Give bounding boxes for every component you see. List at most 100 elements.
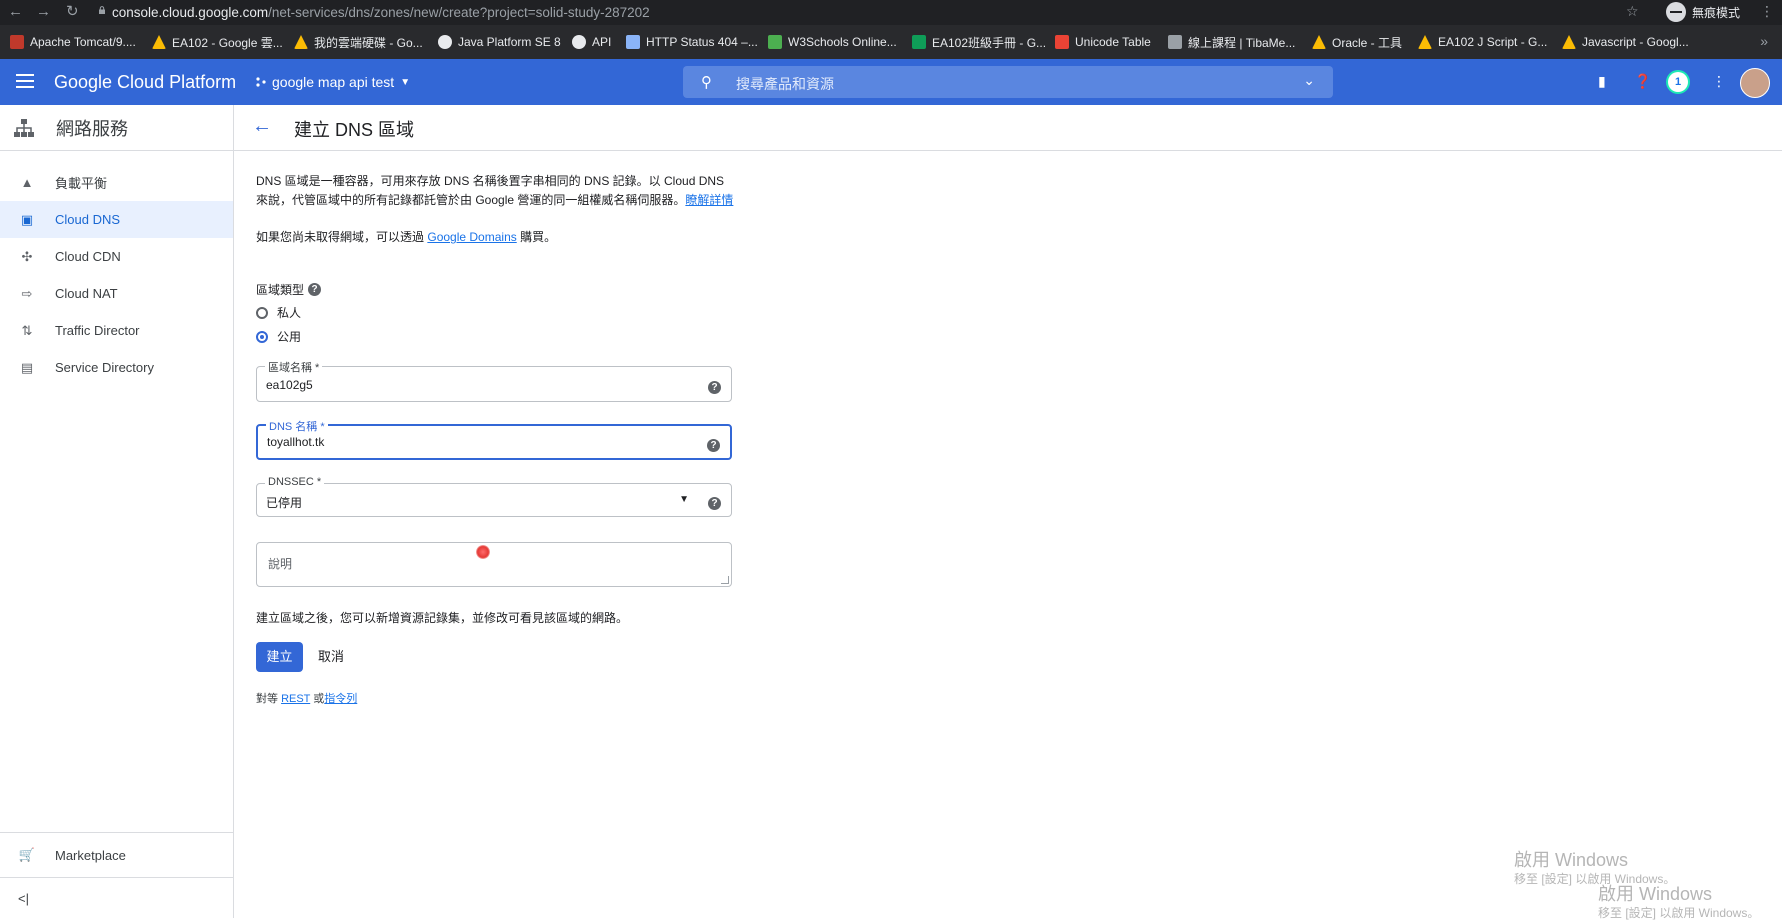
sidebar-item-marketplace[interactable]: 🛒 Marketplace bbox=[0, 832, 233, 877]
bookmark-label: 我的雲端硬碟 - Go... bbox=[314, 35, 423, 50]
sidebar-item-load-balancing[interactable]: ▲ 負載平衡 bbox=[0, 164, 233, 201]
project-name: google map api test bbox=[272, 74, 395, 90]
equivalent-links: 對等 REST 或指令列 bbox=[256, 690, 357, 706]
sidebar-title: 網路服務 bbox=[56, 118, 128, 139]
field-label: 區域名稱 * bbox=[265, 359, 323, 375]
drive-icon bbox=[294, 35, 308, 49]
help-icon[interactable]: ? bbox=[308, 283, 322, 296]
bookmark-item[interactable]: Java Platform SE 8 bbox=[438, 25, 561, 59]
description-textarea[interactable]: 說明 bbox=[256, 542, 732, 587]
bookmark-label: 線上課程 | TibaMe... bbox=[1188, 35, 1296, 50]
bookmark-item[interactable]: API bbox=[572, 25, 611, 59]
incognito-icon bbox=[1666, 2, 1686, 22]
learn-more-link[interactable]: 瞭解詳情 bbox=[685, 193, 733, 207]
equiv-prefix: 對等 bbox=[256, 693, 278, 705]
field-label: DNS 名稱 * bbox=[266, 418, 328, 434]
google-domains-link[interactable]: Google Domains bbox=[427, 230, 516, 244]
cancel-button[interactable]: 取消 bbox=[318, 642, 344, 672]
resize-handle[interactable] bbox=[721, 576, 729, 584]
domains-suffix: 購買。 bbox=[520, 230, 557, 244]
page-header: ← 建立 DNS 區域 bbox=[234, 105, 1782, 151]
globe-icon bbox=[438, 35, 452, 49]
traffic-director-icon: ⇅ bbox=[21, 322, 33, 338]
unicode-icon bbox=[1055, 35, 1069, 49]
sidebar-item-cloud-dns[interactable]: ▣ Cloud DNS bbox=[0, 201, 233, 238]
command-line-link[interactable]: 指令列 bbox=[324, 693, 357, 705]
intro-paragraph: DNS 區域是一種容器，可用來存放 DNS 名稱後置字串相同的 DNS 記錄。以… bbox=[256, 174, 725, 207]
browser-address-bar: ← → ↻ console.cloud.google.com/net-servi… bbox=[0, 0, 1782, 25]
bookmark-item[interactable]: 線上課程 | TibaMe... bbox=[1168, 25, 1295, 59]
project-selector[interactable]: google map api test ▼ bbox=[256, 74, 410, 90]
platform-title[interactable]: Google Cloud Platform bbox=[54, 72, 236, 93]
cloud-shell-icon[interactable]: ▮ bbox=[1598, 73, 1606, 90]
bookmark-item[interactable]: Apache Tomcat/9.... bbox=[10, 25, 136, 59]
bookmark-label: Javascript - Googl... bbox=[1582, 35, 1689, 49]
bookmark-item[interactable]: Javascript - Googl... bbox=[1562, 25, 1689, 59]
help-icon[interactable]: ? bbox=[708, 377, 721, 395]
incognito-profile[interactable]: 無痕模式 bbox=[1666, 2, 1740, 22]
collapse-sidebar-button[interactable]: <| bbox=[0, 877, 233, 918]
bookmark-item[interactable]: EA102 J Script - G... bbox=[1418, 25, 1547, 59]
bookmark-item[interactable]: Unicode Table bbox=[1055, 25, 1151, 59]
sidebar-item-cloud-nat[interactable]: ⇨ Cloud NAT bbox=[0, 275, 233, 312]
dnssec-select[interactable]: DNSSEC * 已停用 ▼ ? bbox=[256, 476, 732, 517]
forward-nav-icon[interactable]: → bbox=[36, 4, 51, 20]
dns-name-field[interactable]: DNS 名稱 * toyallhot.tk ? bbox=[256, 418, 732, 460]
zone-type-label: 區域類型 ? bbox=[256, 281, 322, 298]
notifications-badge[interactable]: 1 bbox=[1668, 72, 1688, 92]
more-vert-icon[interactable]: ⋮ bbox=[1712, 73, 1726, 90]
radio-public[interactable]: 公用 bbox=[256, 328, 301, 345]
bookmark-label: API bbox=[592, 35, 612, 49]
drive-icon bbox=[152, 35, 166, 49]
bookmark-item[interactable]: Oracle - 工具 bbox=[1312, 25, 1402, 59]
field-value: 已停用 bbox=[266, 496, 303, 510]
bookmark-item[interactable]: W3Schools Online... bbox=[768, 25, 897, 59]
create-button[interactable]: 建立 bbox=[256, 642, 303, 672]
textarea-placeholder: 說明 bbox=[268, 557, 293, 571]
reload-icon[interactable]: ↻ bbox=[66, 4, 79, 20]
sidebar-item-traffic-director[interactable]: ⇅ Traffic Director bbox=[0, 312, 233, 349]
help-icon[interactable]: ? bbox=[708, 493, 721, 511]
field-label: DNSSEC * bbox=[265, 476, 325, 488]
radio-button-checked[interactable] bbox=[256, 330, 268, 343]
rest-link[interactable]: REST bbox=[281, 693, 310, 705]
profile-label: 無痕模式 bbox=[1692, 5, 1741, 20]
bookmark-item[interactable]: HTTP Status 404 –... bbox=[626, 25, 758, 59]
search-input[interactable]: ⚲ 搜尋產品和資源 ⌄ bbox=[683, 66, 1333, 98]
help-icon[interactable]: ? bbox=[707, 435, 720, 453]
search-placeholder: 搜尋產品和資源 bbox=[736, 76, 834, 92]
gcp-header: Google Cloud Platform google map api tes… bbox=[0, 59, 1782, 105]
network-services-icon bbox=[14, 118, 34, 137]
domains-prefix: 如果您尚未取得網域，可以透過 bbox=[256, 230, 425, 244]
collapse-icon: <| bbox=[18, 890, 29, 906]
bookmark-item[interactable]: EA102班級手冊 - G... bbox=[912, 25, 1046, 59]
sidebar-item-cloud-cdn[interactable]: ✣ Cloud CDN bbox=[0, 238, 233, 275]
menu-icon[interactable] bbox=[16, 74, 34, 88]
zone-name-field[interactable]: 區域名稱 * ea102g5 ? bbox=[256, 359, 732, 402]
help-icon[interactable]: ❓ bbox=[1634, 73, 1651, 90]
sidebar-item-label: Traffic Director bbox=[55, 323, 140, 338]
avatar[interactable] bbox=[1740, 68, 1770, 98]
w3schools-icon bbox=[768, 35, 782, 49]
radio-private[interactable]: 私人 bbox=[256, 304, 301, 321]
url-field[interactable]: console.cloud.google.com/net-services/dn… bbox=[112, 5, 650, 20]
page-title: 建立 DNS 區域 bbox=[294, 120, 415, 140]
drive-icon bbox=[1562, 35, 1576, 49]
bookmark-label: HTTP Status 404 –... bbox=[646, 35, 758, 49]
dropdown-arrow-icon[interactable]: ▼ bbox=[679, 494, 689, 505]
back-nav-icon[interactable]: ← bbox=[8, 4, 23, 20]
radio-label: 私人 bbox=[277, 306, 302, 320]
zone-type-text: 區域類型 bbox=[256, 283, 305, 297]
bookmarks-overflow-icon[interactable]: » bbox=[1760, 33, 1768, 49]
chevron-down-icon[interactable]: ⌄ bbox=[1303, 72, 1315, 89]
bookmark-label: Java Platform SE 8 bbox=[458, 35, 561, 49]
dns-icon: ▣ bbox=[20, 211, 34, 227]
bookmark-item[interactable]: 我的雲端硬碟 - Go... bbox=[294, 25, 423, 59]
bookmark-item[interactable]: EA102 - Google 雲... bbox=[152, 25, 283, 59]
back-arrow-icon[interactable]: ← bbox=[252, 115, 272, 138]
sidebar-item-service-directory[interactable]: ▤ Service Directory bbox=[0, 349, 233, 386]
bookmark-star-icon[interactable]: ☆ bbox=[1626, 3, 1639, 20]
browser-menu-icon[interactable]: ⋮ bbox=[1760, 3, 1774, 20]
intro-text: DNS 區域是一種容器，可用來存放 DNS 名稱後置字串相同的 DNS 記錄。以… bbox=[256, 172, 736, 210]
radio-button[interactable] bbox=[256, 306, 268, 319]
